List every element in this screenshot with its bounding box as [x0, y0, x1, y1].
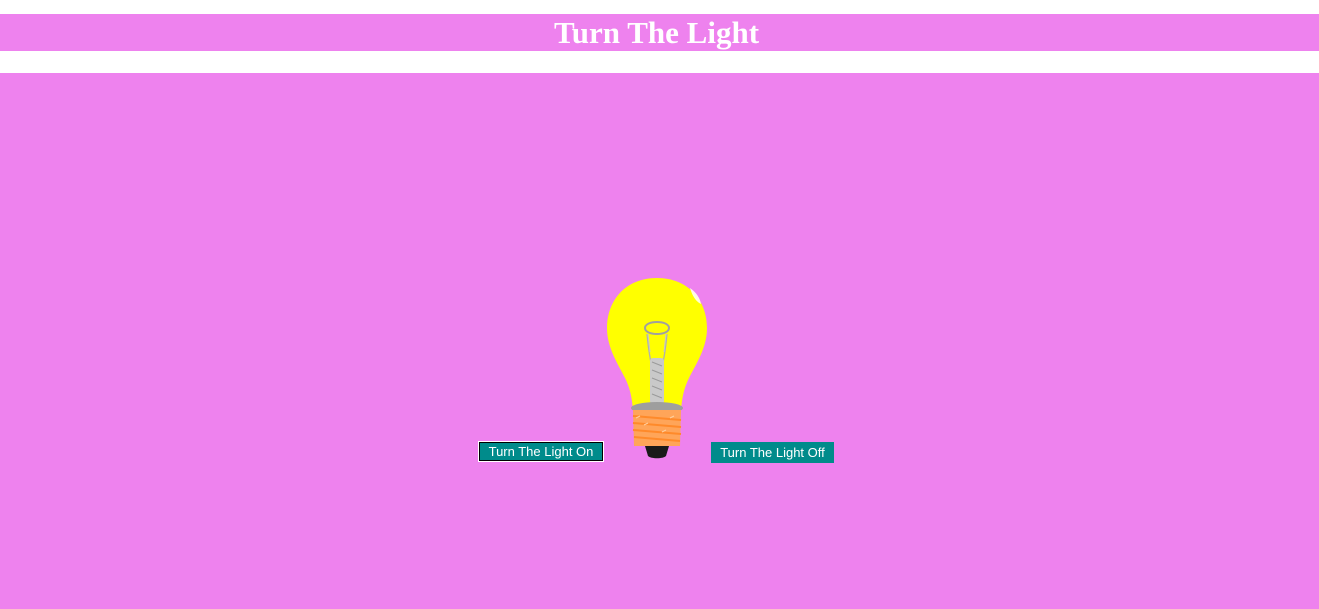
page-header: Turn The Light	[0, 14, 1319, 51]
turn-light-on-button[interactable]: Turn The Light On	[478, 441, 604, 462]
lightbulb-icon	[600, 276, 714, 461]
page-title: Turn The Light	[553, 15, 760, 50]
light-stage: Turn The Light On Turn The Light Off	[0, 73, 1319, 609]
turn-light-off-button[interactable]: Turn The Light Off	[711, 442, 834, 463]
